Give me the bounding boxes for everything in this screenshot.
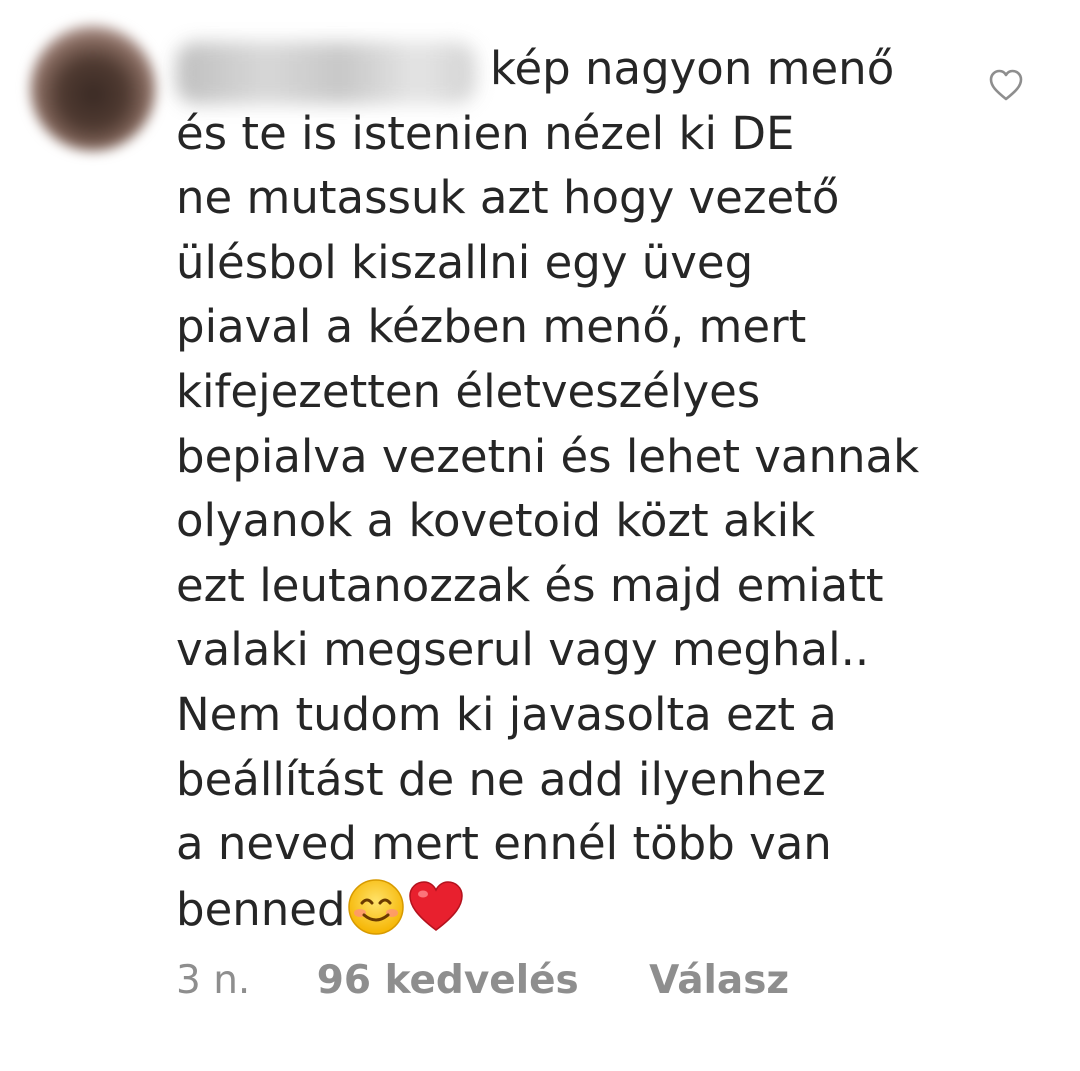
comment-line: bepialva vezetni és lehet vannak xyxy=(176,429,920,483)
comment-line: ezt leutanozzak és majd emiatt xyxy=(176,558,884,612)
comment-line: beállítást de ne add ilyenhez xyxy=(176,752,826,806)
comment-line: benned xyxy=(176,882,346,936)
reply-button[interactable]: Válasz xyxy=(649,958,789,1003)
comment-line: piaval a kézben menő, mert xyxy=(176,300,807,354)
comment-line: kifejezetten életveszélyes xyxy=(176,364,761,418)
comment-line: olyanok a kovetoid közt akik xyxy=(176,494,816,548)
comment-line: Nem tudom ki javasolta ezt a xyxy=(176,687,837,741)
heart-outline-icon[interactable] xyxy=(988,68,1024,102)
comment-line: valaki megserul vagy meghal.. xyxy=(176,623,870,677)
comment-line: a neved mert ennél több van xyxy=(176,817,832,871)
comment-line: és te is istenien nézel ki DE xyxy=(176,106,795,160)
smiling-face-emoji xyxy=(347,878,404,935)
red-heart-emoji xyxy=(408,880,463,931)
avatar[interactable] xyxy=(30,25,156,151)
comment-text: kép nagyon menő és te is istenien nézel k… xyxy=(176,37,976,942)
comment-time: 3 n. xyxy=(176,958,251,1003)
comment-meta: 3 n. 96 kedvelés Válasz xyxy=(176,958,789,1003)
likes-count-link[interactable]: 96 kedvelés xyxy=(317,958,579,1003)
comment-line: ülésbol kiszallni egy üveg xyxy=(176,235,754,289)
comment-last-line: benned xyxy=(176,877,976,943)
comment-line: ne mutassuk azt hogy vezető xyxy=(176,171,840,225)
comment-line: kép nagyon menő xyxy=(490,42,895,95)
